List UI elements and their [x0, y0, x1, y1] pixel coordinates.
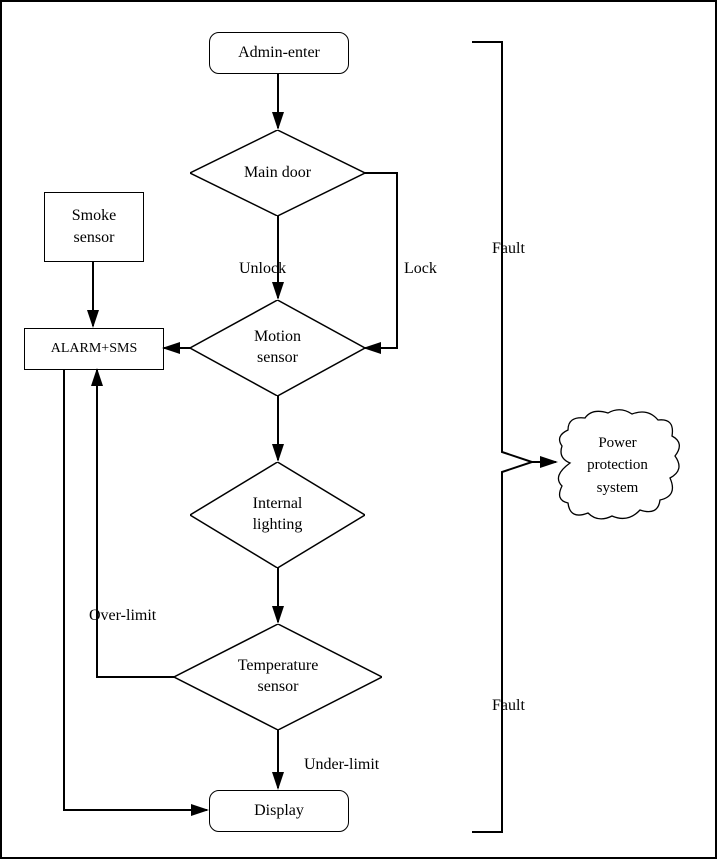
flowchart-canvas: Admin-enter Main door Smokesensor ALARM+… [0, 0, 717, 859]
temperature-sensor-label: Temperaturesensor [238, 656, 319, 698]
admin-enter-node: Admin-enter [209, 32, 349, 74]
display-node: Display [209, 790, 349, 832]
motion-sensor-node: Motionsensor [190, 300, 365, 396]
temperature-sensor-node: Temperaturesensor [174, 624, 382, 730]
display-label: Display [254, 802, 304, 820]
underlimit-label: Under-limit [302, 756, 381, 774]
motion-sensor-label: Motionsensor [254, 327, 301, 369]
main-door-label: Main door [244, 163, 311, 184]
lock-label: Lock [402, 260, 439, 278]
fault-label-top: Fault [490, 240, 527, 258]
smoke-sensor-label: Smokesensor [72, 205, 116, 250]
smoke-sensor-node: Smokesensor [44, 192, 144, 262]
internal-lighting-label: Internallighting [253, 494, 303, 536]
power-protection-label: Powerprotectionsystem [587, 432, 648, 500]
overlimit-label: Over-limit [87, 607, 158, 625]
fault-label-bottom: Fault [490, 697, 527, 715]
internal-lighting-node: Internallighting [190, 462, 365, 568]
main-door-node: Main door [190, 130, 365, 216]
power-protection-node: Powerprotectionsystem [550, 408, 685, 523]
unlock-label: Unlock [237, 260, 288, 278]
alarm-sms-node: ALARM+SMS [24, 328, 164, 370]
admin-enter-label: Admin-enter [238, 44, 320, 62]
alarm-sms-label: ALARM+SMS [51, 339, 137, 359]
